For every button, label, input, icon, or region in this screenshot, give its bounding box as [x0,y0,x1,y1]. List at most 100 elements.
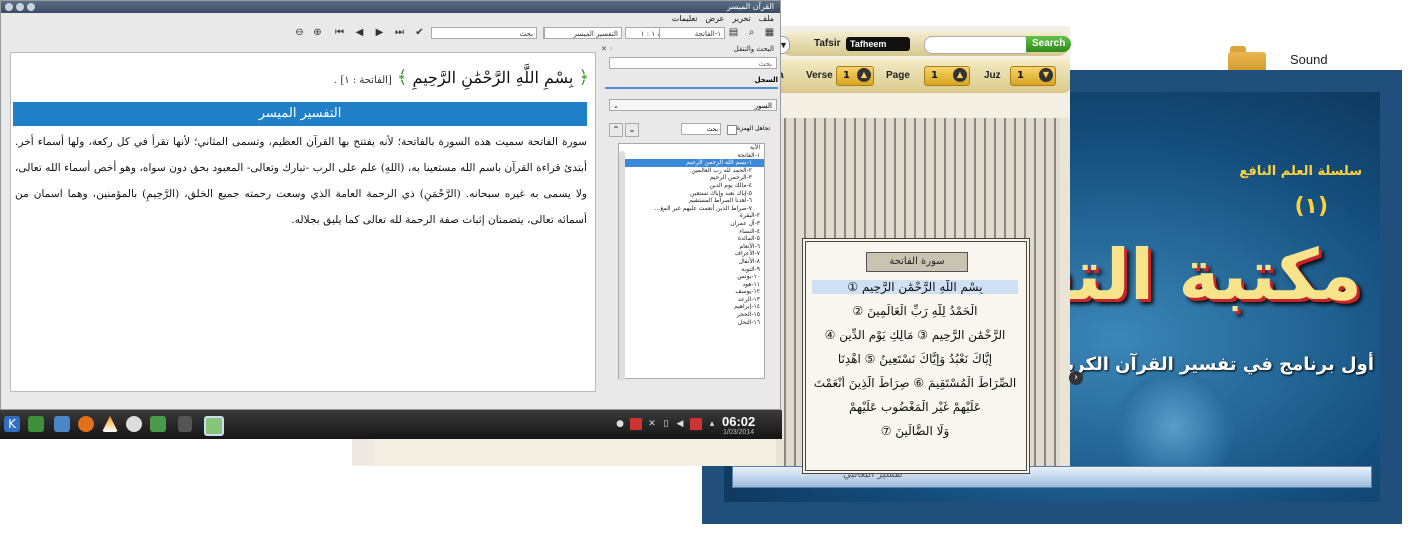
tree-surah[interactable]: ١٦-النحل [619,319,764,327]
page-spinner[interactable]: 1 ▲ [924,66,970,86]
toolbar-search-input[interactable]: بحث [431,27,537,39]
verse-line[interactable]: الْحَمْدُ لِلَّهِ رَبِّ الْعَالَمِينَ ② [812,304,1018,318]
panel-search-input[interactable]: بحث [609,57,777,69]
panel-search-field[interactable]: بحث [681,123,721,135]
tree-surah[interactable]: ١١-هود [619,281,764,289]
tafsir-select[interactable]: التفسير الميسر [544,27,622,39]
menu-help[interactable]: تعليمات [672,13,698,25]
tree-surah[interactable]: ١٣-الرعد [619,296,764,304]
firefox-icon[interactable] [78,416,94,432]
verse-line[interactable]: الصِّرَاطَ الْمُسْتَقِيمَ ⑥ صِرَاطَ الَّ… [812,376,1018,390]
hamza-checkbox[interactable] [727,125,737,135]
main-toolbar: ⊖ ⊕ ⏮ ◀ ▶ ⏭ ✔ بحث التفسير الميسر آية ١ :… [1,25,782,43]
previous-icon[interactable]: ◀ [353,26,366,39]
desktop-icon[interactable] [28,416,44,432]
window-controls [5,3,35,11]
verse-line[interactable]: الرَّحْمَٰنِ الرَّحِيمِ ③ مَالِكِ يَوْمِ… [812,328,1018,342]
tree-header: الآية [750,144,760,151]
menu-file[interactable]: ملف [759,13,774,25]
splash-number: (١) [1294,194,1328,219]
menu-view[interactable]: عرض [705,13,724,25]
verse-line[interactable]: بِسْمِ اللَّهِ الرَّحْمَٰنِ الرَّحِيمِ ① [812,280,1018,294]
tree-ayah[interactable]: ٧-صراط الذين أنعمت عليهم غير المغ... [619,205,764,213]
maximize-icon[interactable] [16,3,24,11]
tree-scrollbar[interactable] [619,151,625,381]
surah-select[interactable]: ١-الفاتحة [659,27,725,39]
tree-surah[interactable]: ١٥-الحجر [619,311,764,319]
notification-icon[interactable] [690,418,702,430]
menu-edit[interactable]: تحرير [732,13,750,25]
hamza-checkbox-label: تجاهل الهمزة [737,125,771,132]
tree-surah[interactable]: ٤-النساء [619,228,764,236]
tafsir-select[interactable]: Tafheem [846,37,910,51]
tree-surah[interactable]: ١٠-يونس [619,273,764,281]
network-icon[interactable]: ✕ [646,418,658,430]
ayah-reference: [الفاتحة : ١] . [334,75,392,86]
clipboard-icon[interactable]: ▯ [660,418,672,430]
tafsir-heading: التفسير الميسر [13,102,587,126]
juz-select[interactable]: 1 ▼ [1010,66,1056,86]
spinner-arrows-icon[interactable]: ▲ [953,68,967,82]
chevron-up-icon[interactable]: ⌃ [609,123,623,137]
verse-line[interactable]: وَلَا الضَّالِّينَ ⑦ [812,424,1018,438]
splash-series: سلسلة العلم النافع [1239,164,1362,179]
window-title: القرآن الميسر [726,2,774,11]
chevron-down-icon[interactable]: ▼ [1039,68,1053,82]
search-input[interactable] [924,36,1032,54]
tree-surah[interactable]: ٢-البقرة [619,212,764,220]
tree-ayah[interactable]: ٦-اهدنا الصراط المستقيم [619,197,764,205]
tree-surah[interactable]: ٨-الأنفال [619,258,764,266]
folder-label[interactable]: Sound [1290,52,1328,67]
bracket-open-icon: ﴿ [578,67,589,88]
tab-log[interactable]: السجل [605,73,778,89]
info-icon[interactable]: ● [614,418,626,430]
globe-icon[interactable] [126,416,142,432]
tree-surah[interactable]: ٩-التوبة [619,266,764,274]
tree-surah[interactable]: ١٢-يوسف [619,288,764,296]
next-page-arrow-icon[interactable]: › [1069,371,1083,385]
last-icon[interactable]: ⏭ [393,26,406,39]
tree-ayah[interactable]: ١-بسم الله الرحمن الرحيم [619,159,764,167]
vlc-icon[interactable] [102,416,118,432]
verse-spinner[interactable]: 1 ▲ [836,66,874,86]
tree-ayah[interactable]: ٤-مالك يوم الدين [619,182,764,190]
tree-surah[interactable]: ١-الفاتحة [619,152,764,160]
tree-surah[interactable]: ١٤-إبراهيم [619,303,764,311]
clock-date[interactable]: 1/03/2014 [723,429,754,436]
surah-dropdown[interactable]: السور ⌄ [609,99,777,111]
separator-icon [178,416,192,432]
close-icon[interactable] [5,3,13,11]
first-icon[interactable]: ⏮ [333,26,346,39]
surah-tree[interactable]: الآية ١-الفاتحة ١-بسم الله الرحمن الرحيم… [618,143,765,379]
chevron-down-icon[interactable]: ⌄ [625,123,639,137]
minimize-icon[interactable] [27,3,35,11]
tree-surah[interactable]: ٣-آل عمران [619,220,764,228]
clock-time[interactable]: 06:02 [722,414,755,429]
next-icon[interactable]: ▶ [373,26,386,39]
spinner-arrows-icon[interactable]: ▲ [857,68,871,82]
panel-close-icon[interactable]: ✕ ◦ [601,45,613,53]
update-icon[interactable] [630,418,642,430]
start-menu-icon[interactable]: K [4,416,20,432]
check-icon[interactable]: ✔ [413,26,426,39]
active-task-icon[interactable] [204,416,224,436]
tree-ayah[interactable]: ٢-الحمد لله رب العالمين [619,167,764,175]
image-icon[interactable] [150,416,166,432]
print-icon[interactable]: ▤ [727,26,740,39]
menu-bar: ملف تحرير عرض تعليمات [672,13,774,25]
search-button[interactable]: Search [1026,36,1072,52]
verse-line[interactable]: عَلَيْهِمْ غَيْرِ الْمَغْضُوبِ عَلَيْهِم… [812,400,1018,414]
volume-icon[interactable]: ◀ [674,418,686,430]
zoom-in-icon[interactable]: ⊕ [311,26,324,39]
zoom-out-icon[interactable]: ⊖ [293,26,306,39]
book-icon[interactable]: ▦ [763,26,776,39]
verse-line[interactable]: إِيَّاكَ نَعْبُدُ وَإِيَّاكَ نَسْتَعِينُ… [812,352,1018,366]
tree-ayah[interactable]: ٥-إياك نعبد وإياك نستعين [619,190,764,198]
chevron-up-icon[interactable]: ▴ [706,418,718,430]
tree-surah[interactable]: ٥-المائدة [619,235,764,243]
file-manager-icon[interactable] [54,416,70,432]
verse-label: Verse [806,70,833,81]
tree-surah[interactable]: ٧-الأعراف [619,250,764,258]
tree-ayah[interactable]: ٣-الرحمن الرحيم [619,174,764,182]
search-icon[interactable]: ⌕ [745,26,758,39]
